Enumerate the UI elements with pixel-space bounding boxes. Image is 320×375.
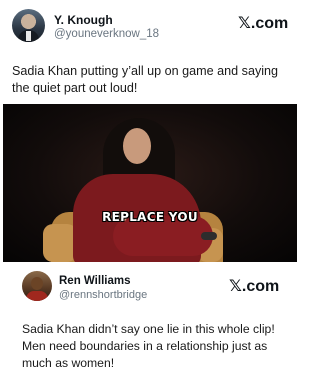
avatar-shirt — [26, 291, 48, 301]
author-handle[interactable]: @rennshortbridge — [59, 289, 147, 301]
armchair-arm-left — [43, 224, 77, 262]
avatar-shirt — [26, 31, 31, 41]
post-card-1: Y. Knough @youneverknow_18 𝕏.com Sadia K… — [0, 0, 300, 268]
author-name[interactable]: Ren Williams — [59, 275, 130, 287]
x-logo-icon: 𝕏 — [229, 276, 242, 295]
speaker-face — [123, 128, 151, 164]
x-com-label: com — [246, 278, 280, 295]
video-caption: REPLACE YOU — [102, 210, 198, 224]
author-name[interactable]: Y. Knough — [54, 13, 113, 27]
x-com-logo: 𝕏.com — [229, 276, 280, 295]
x-com-label: com — [255, 15, 289, 32]
x-logo-icon: 𝕏 — [238, 13, 251, 32]
post-card-2: Ren Williams @rennshortbridge 𝕏.com Sadi… — [0, 268, 300, 375]
author-handle[interactable]: @youneverknow_18 — [54, 28, 159, 40]
avatar[interactable] — [22, 271, 52, 301]
microphone — [201, 232, 217, 240]
post-text: Sadia Khan didn’t say one lie in this wh… — [22, 322, 275, 370]
avatar-face — [31, 277, 43, 290]
x-com-logo: 𝕏.com — [238, 13, 289, 32]
video-thumbnail[interactable]: REPLACE YOU — [3, 104, 297, 262]
avatar[interactable] — [12, 9, 45, 42]
post-text: Sadia Khan putting y’all up on game and … — [12, 64, 279, 95]
